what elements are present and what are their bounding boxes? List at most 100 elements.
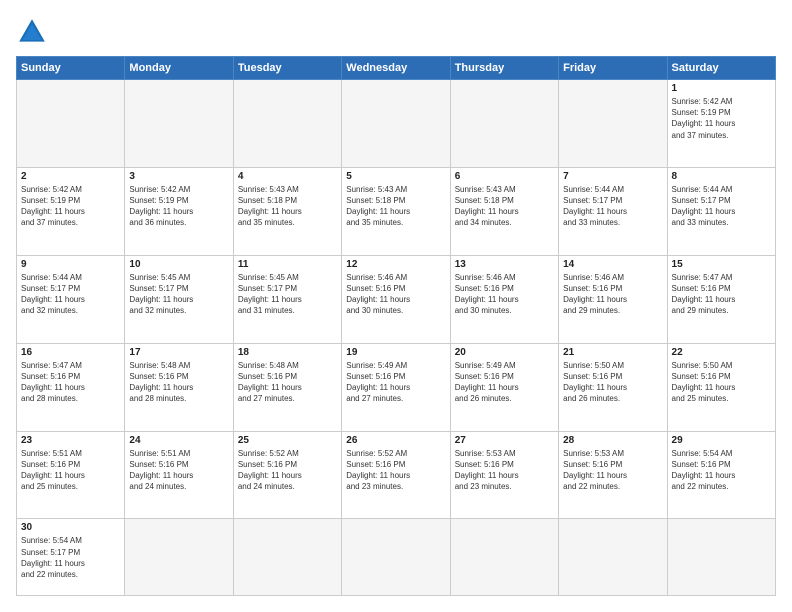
day-number: 29 — [672, 435, 771, 446]
day-info: Sunrise: 5:50 AM Sunset: 5:16 PM Dayligh… — [672, 360, 771, 405]
calendar-cell — [559, 519, 667, 596]
day-number: 2 — [21, 171, 120, 182]
calendar-cell — [125, 519, 233, 596]
day-info: Sunrise: 5:51 AM Sunset: 5:16 PM Dayligh… — [129, 448, 228, 493]
calendar-cell — [233, 80, 341, 168]
day-number: 23 — [21, 435, 120, 446]
logo-icon — [16, 16, 48, 48]
calendar-cell: 23 Sunrise: 5:51 AM Sunset: 5:16 PM Dayli… — [17, 431, 125, 519]
calendar-cell: 5 Sunrise: 5:43 AM Sunset: 5:18 PM Daylig… — [342, 167, 450, 255]
calendar-cell: 20 Sunrise: 5:49 AM Sunset: 5:16 PM Dayli… — [450, 343, 558, 431]
calendar-cell — [450, 519, 558, 596]
calendar-cell: 11Sunrise: 5:45 AM Sunset: 5:17 PM Dayli… — [233, 255, 341, 343]
day-number: 28 — [563, 435, 662, 446]
calendar-cell — [667, 519, 775, 596]
calendar-cell: 13 Sunrise: 5:46 AM Sunset: 5:16 PM Dayli… — [450, 255, 558, 343]
calendar-cell: 16Sunrise: 5:47 AM Sunset: 5:16 PM Dayli… — [17, 343, 125, 431]
day-info: Sunrise: 5:44 AM Sunset: 5:17 PM Dayligh… — [21, 272, 120, 317]
calendar-week-2: 9 Sunrise: 5:44 AM Sunset: 5:17 PM Daylig… — [17, 255, 776, 343]
day-info: Sunrise: 5:42 AM Sunset: 5:19 PM Dayligh… — [672, 96, 771, 141]
day-number: 3 — [129, 171, 228, 182]
calendar-week-3: 16Sunrise: 5:47 AM Sunset: 5:16 PM Dayli… — [17, 343, 776, 431]
day-number: 8 — [672, 171, 771, 182]
day-header-saturday: Saturday — [667, 57, 775, 80]
calendar-cell — [342, 519, 450, 596]
day-number: 15 — [672, 259, 771, 270]
day-number: 4 — [238, 171, 337, 182]
day-number: 30 — [21, 522, 120, 533]
day-number: 25 — [238, 435, 337, 446]
day-info: Sunrise: 5:50 AM Sunset: 5:16 PM Dayligh… — [563, 360, 662, 405]
calendar-cell: 12 Sunrise: 5:46 AM Sunset: 5:16 PM Dayli… — [342, 255, 450, 343]
day-info: Sunrise: 5:42 AM Sunset: 5:19 PM Dayligh… — [21, 184, 120, 229]
calendar-table: SundayMondayTuesdayWednesdayThursdayFrid… — [16, 56, 776, 596]
day-number: 20 — [455, 347, 554, 358]
calendar-cell: 6Sunrise: 5:43 AM Sunset: 5:18 PM Daylig… — [450, 167, 558, 255]
day-number: 10 — [129, 259, 228, 270]
day-info: Sunrise: 5:53 AM Sunset: 5:16 PM Dayligh… — [563, 448, 662, 493]
calendar-week-4: 23 Sunrise: 5:51 AM Sunset: 5:16 PM Dayli… — [17, 431, 776, 519]
calendar-cell: 7Sunrise: 5:44 AM Sunset: 5:17 PM Daylig… — [559, 167, 667, 255]
day-number: 5 — [346, 171, 445, 182]
day-number: 21 — [563, 347, 662, 358]
calendar-cell — [450, 80, 558, 168]
calendar-week-0: 1 Sunrise: 5:42 AM Sunset: 5:19 PM Daylig… — [17, 80, 776, 168]
day-info: Sunrise: 5:54 AM Sunset: 5:16 PM Dayligh… — [672, 448, 771, 493]
calendar-cell: 3 Sunrise: 5:42 AM Sunset: 5:19 PM Daylig… — [125, 167, 233, 255]
calendar-cell: 17Sunrise: 5:48 AM Sunset: 5:16 PM Dayli… — [125, 343, 233, 431]
calendar-cell: 2 Sunrise: 5:42 AM Sunset: 5:19 PM Daylig… — [17, 167, 125, 255]
calendar-cell: 10 Sunrise: 5:45 AM Sunset: 5:17 PM Dayli… — [125, 255, 233, 343]
day-info: Sunrise: 5:43 AM Sunset: 5:18 PM Dayligh… — [238, 184, 337, 229]
day-header-wednesday: Wednesday — [342, 57, 450, 80]
calendar-cell — [17, 80, 125, 168]
day-info: Sunrise: 5:48 AM Sunset: 5:16 PM Dayligh… — [238, 360, 337, 405]
calendar-cell: 21 Sunrise: 5:50 AM Sunset: 5:16 PM Dayli… — [559, 343, 667, 431]
day-number: 18 — [238, 347, 337, 358]
calendar-cell: 19 Sunrise: 5:49 AM Sunset: 5:16 PM Dayli… — [342, 343, 450, 431]
day-number: 13 — [455, 259, 554, 270]
day-number: 9 — [21, 259, 120, 270]
day-info: Sunrise: 5:44 AM Sunset: 5:17 PM Dayligh… — [672, 184, 771, 229]
calendar-header: SundayMondayTuesdayWednesdayThursdayFrid… — [17, 57, 776, 80]
day-info: Sunrise: 5:49 AM Sunset: 5:16 PM Dayligh… — [455, 360, 554, 405]
day-number: 19 — [346, 347, 445, 358]
day-info: Sunrise: 5:44 AM Sunset: 5:17 PM Dayligh… — [563, 184, 662, 229]
day-number: 27 — [455, 435, 554, 446]
day-info: Sunrise: 5:43 AM Sunset: 5:18 PM Dayligh… — [346, 184, 445, 229]
page: SundayMondayTuesdayWednesdayThursdayFrid… — [0, 0, 792, 612]
calendar-cell: 4 Sunrise: 5:43 AM Sunset: 5:18 PM Daylig… — [233, 167, 341, 255]
day-number: 14 — [563, 259, 662, 270]
calendar-cell: 22 Sunrise: 5:50 AM Sunset: 5:16 PM Dayli… — [667, 343, 775, 431]
calendar-week-1: 2 Sunrise: 5:42 AM Sunset: 5:19 PM Daylig… — [17, 167, 776, 255]
calendar-cell: 8 Sunrise: 5:44 AM Sunset: 5:17 PM Daylig… — [667, 167, 775, 255]
day-header-monday: Monday — [125, 57, 233, 80]
calendar-cell: 14Sunrise: 5:46 AM Sunset: 5:16 PM Dayli… — [559, 255, 667, 343]
day-number: 22 — [672, 347, 771, 358]
day-info: Sunrise: 5:42 AM Sunset: 5:19 PM Dayligh… — [129, 184, 228, 229]
calendar-cell: 18 Sunrise: 5:48 AM Sunset: 5:16 PM Dayli… — [233, 343, 341, 431]
day-number: 26 — [346, 435, 445, 446]
calendar-cell: 26 Sunrise: 5:52 AM Sunset: 5:16 PM Dayli… — [342, 431, 450, 519]
day-info: Sunrise: 5:43 AM Sunset: 5:18 PM Dayligh… — [455, 184, 554, 229]
day-number: 12 — [346, 259, 445, 270]
calendar-cell: 28 Sunrise: 5:53 AM Sunset: 5:16 PM Dayli… — [559, 431, 667, 519]
day-info: Sunrise: 5:52 AM Sunset: 5:16 PM Dayligh… — [238, 448, 337, 493]
calendar-week-5: 30Sunrise: 5:54 AM Sunset: 5:17 PM Dayli… — [17, 519, 776, 596]
calendar-body: 1 Sunrise: 5:42 AM Sunset: 5:19 PM Daylig… — [17, 80, 776, 596]
day-info: Sunrise: 5:51 AM Sunset: 5:16 PM Dayligh… — [21, 448, 120, 493]
day-info: Sunrise: 5:45 AM Sunset: 5:17 PM Dayligh… — [129, 272, 228, 317]
day-header-thursday: Thursday — [450, 57, 558, 80]
calendar-cell: 15Sunrise: 5:47 AM Sunset: 5:16 PM Dayli… — [667, 255, 775, 343]
logo — [16, 16, 54, 48]
day-info: Sunrise: 5:46 AM Sunset: 5:16 PM Dayligh… — [455, 272, 554, 317]
day-info: Sunrise: 5:53 AM Sunset: 5:16 PM Dayligh… — [455, 448, 554, 493]
calendar-cell: 27 Sunrise: 5:53 AM Sunset: 5:16 PM Dayli… — [450, 431, 558, 519]
day-header-tuesday: Tuesday — [233, 57, 341, 80]
day-number: 1 — [672, 83, 771, 94]
day-number: 24 — [129, 435, 228, 446]
header-row: SundayMondayTuesdayWednesdayThursdayFrid… — [17, 57, 776, 80]
day-info: Sunrise: 5:46 AM Sunset: 5:16 PM Dayligh… — [346, 272, 445, 317]
calendar-cell: 1 Sunrise: 5:42 AM Sunset: 5:19 PM Daylig… — [667, 80, 775, 168]
day-info: Sunrise: 5:49 AM Sunset: 5:16 PM Dayligh… — [346, 360, 445, 405]
day-info: Sunrise: 5:52 AM Sunset: 5:16 PM Dayligh… — [346, 448, 445, 493]
